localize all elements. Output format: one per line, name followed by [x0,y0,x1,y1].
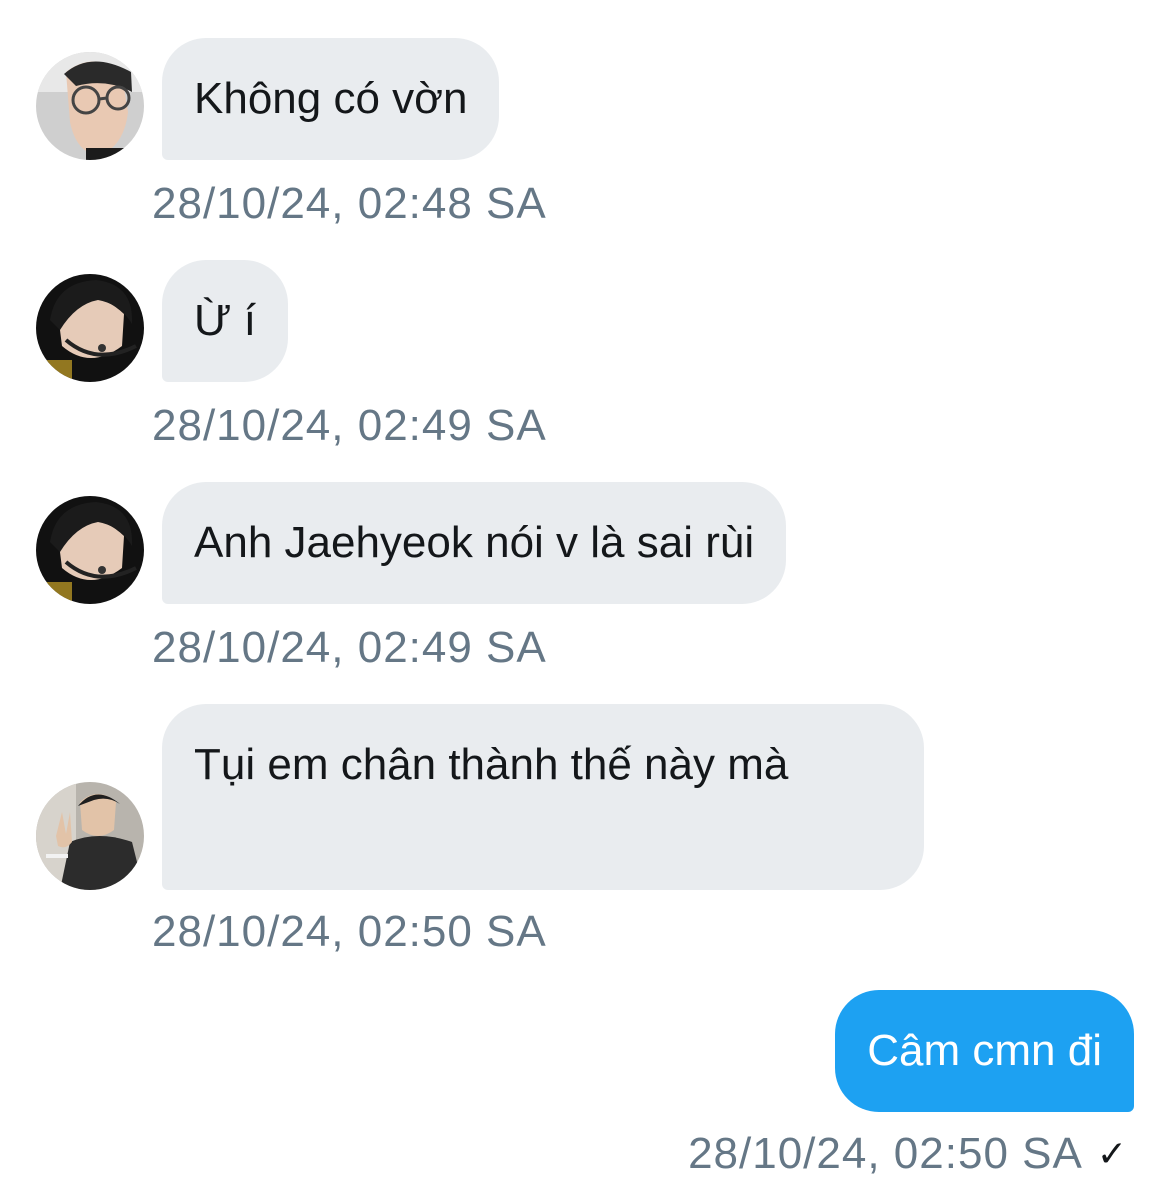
message-bubble-outgoing[interactable]: Câm cmn đi [835,990,1134,1112]
message-text: Câm cmn đi [867,1026,1102,1075]
avatar-headset-dark-icon [36,274,144,382]
message-bubble-incoming[interactable]: Anh Jaehyeok nói v là sai rùi [162,482,787,604]
message-text: Anh Jaehyeok nói v là sai rùi [194,518,755,567]
message-timestamp: 28/10/24, 02:50 SA [152,907,547,956]
message-bubble-incoming[interactable]: Tụi em chân thành thế này mà [162,704,924,890]
avatar[interactable] [36,782,144,890]
avatar[interactable] [36,496,144,604]
checkmark-icon: ✓ [1096,1133,1128,1174]
message-timestamp: 28/10/24, 02:49 SA [152,623,547,672]
avatar-headset-dark-icon [36,496,144,604]
message-status-row: 28/10/24, 02:50 SA ✓ [688,1128,1128,1180]
message-timestamp: 28/10/24, 02:50 SA [688,1129,1083,1178]
message-timestamp: 28/10/24, 02:49 SA [152,401,547,450]
message-text: Không có vờn [194,74,468,123]
avatar-glasses-profile-icon [36,52,144,160]
avatar-peace-sign-icon [36,782,144,890]
message-text: Ừ í [194,296,257,345]
message-bubble-incoming[interactable]: Ừ í [162,260,289,382]
message-timestamp: 28/10/24, 02:48 SA [152,179,547,228]
message-bubble-incoming[interactable]: Không có vờn [162,38,500,160]
message-text: Tụi em chân thành thế này mà [194,740,789,789]
avatar[interactable] [36,52,144,160]
avatar[interactable] [36,274,144,382]
